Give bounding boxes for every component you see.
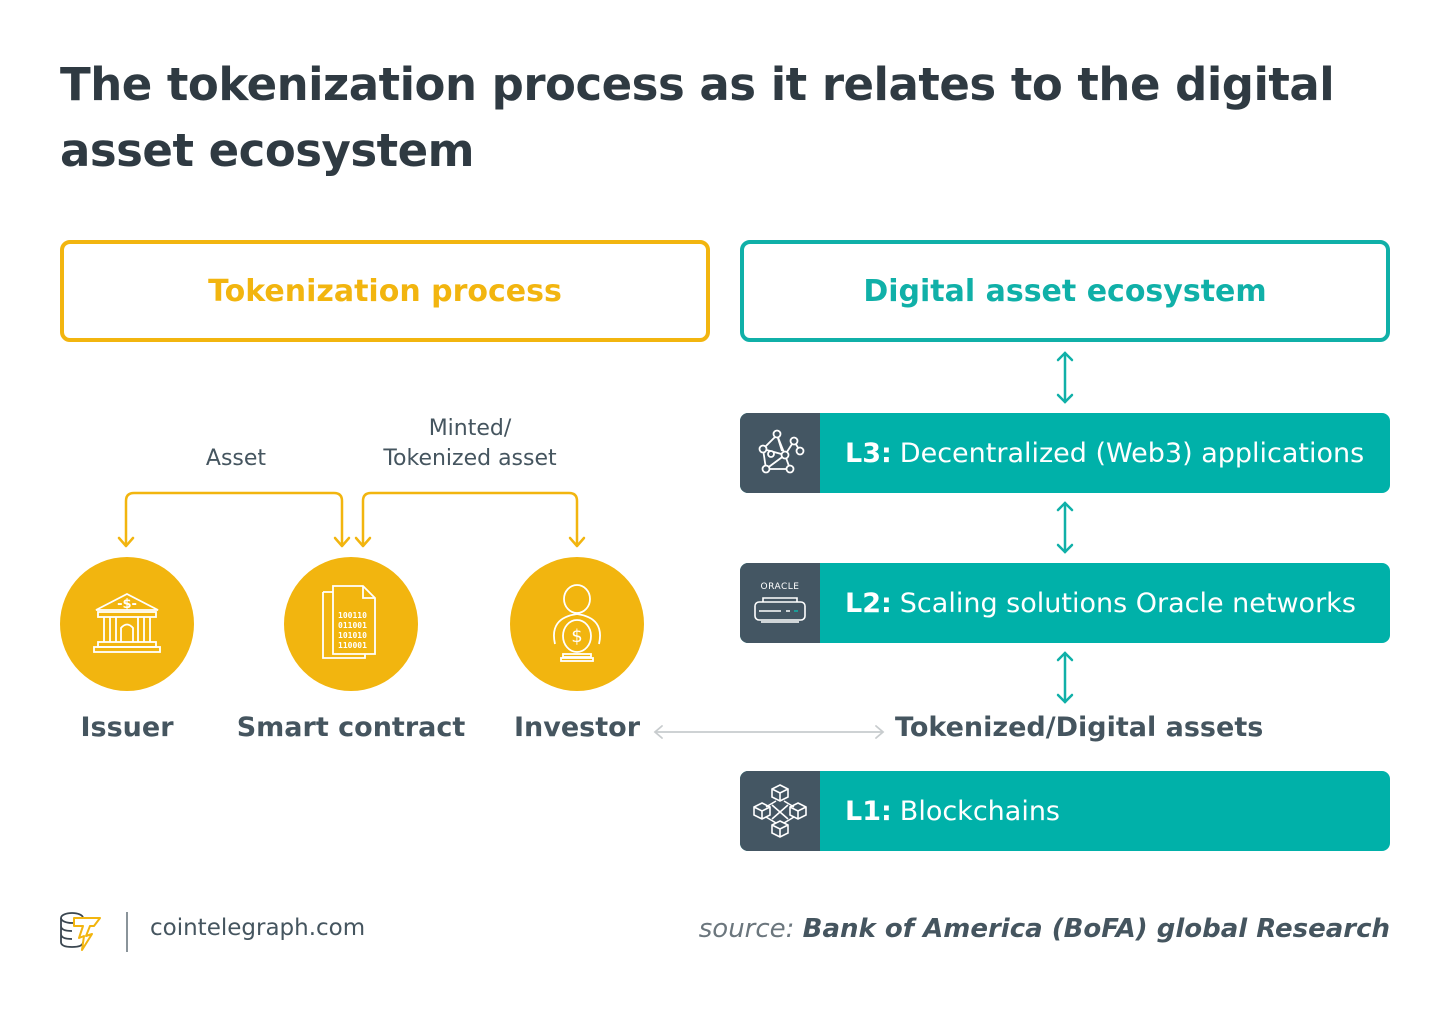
svg-text:$: $ bbox=[571, 626, 582, 647]
footer-source: source: Bank of America (BoFA) global Re… bbox=[699, 914, 1390, 944]
digital-asset-ecosystem-header-label: Digital asset ecosystem bbox=[863, 273, 1267, 309]
layer-l3-icon-box bbox=[740, 413, 820, 493]
oracle-server-icon bbox=[754, 597, 806, 623]
bank-icon: -$- bbox=[93, 592, 161, 653]
footer-separator bbox=[126, 912, 128, 952]
layer-l3-text: L3: Decentralized (Web3) applications bbox=[820, 413, 1390, 493]
header-l3-arrow bbox=[1056, 351, 1074, 404]
flow-label-minted: Minted/ Tokenized asset bbox=[360, 414, 580, 474]
footer-site-link[interactable]: cointelegraph.com bbox=[150, 915, 365, 941]
tokenization-process-header: Tokenization process bbox=[60, 240, 710, 342]
page-title: The tokenization process as it relates t… bbox=[60, 58, 1335, 177]
svg-text:011001: 011001 bbox=[338, 621, 367, 630]
layer-l1-label: Blockchains bbox=[899, 795, 1061, 827]
layer-l2-icon-box: ORACLE bbox=[740, 563, 820, 643]
layer-l2-code: L2: bbox=[845, 587, 892, 619]
layer-l3: L3: Decentralized (Web3) applications bbox=[740, 413, 1390, 493]
svg-text:101010: 101010 bbox=[338, 631, 367, 640]
layer-l1-code: L1: bbox=[845, 795, 892, 827]
layer-l2-text: L2: Scaling solutions Oracle networks bbox=[820, 563, 1390, 643]
digital-asset-ecosystem-header: Digital asset ecosystem bbox=[740, 240, 1390, 342]
issuer-node: -$- bbox=[60, 557, 194, 691]
source-label: source: bbox=[698, 914, 795, 944]
svg-text:110001: 110001 bbox=[338, 641, 367, 650]
l3-l2-arrow bbox=[1056, 501, 1074, 554]
minted-arrow bbox=[361, 491, 579, 547]
source-value: Bank of America (BoFA) global Research bbox=[802, 914, 1390, 944]
tokenization-process-header-label: Tokenization process bbox=[208, 273, 562, 309]
layer-l1: L1: Blockchains bbox=[740, 771, 1390, 851]
layer-l1-text: L1: Blockchains bbox=[820, 771, 1390, 851]
oracle-caption: ORACLE bbox=[760, 582, 800, 592]
svg-text:-$-: -$- bbox=[117, 597, 137, 612]
smart-contract-label: Smart contract bbox=[236, 712, 466, 743]
binary-document-icon: 100110 011001 101010 110001 bbox=[322, 585, 376, 659]
tokenized-digital-assets-label: Tokenized/Digital assets bbox=[895, 712, 1264, 743]
cointelegraph-logo-icon bbox=[60, 912, 101, 951]
smart-contract-node: 100110 011001 101010 110001 bbox=[284, 557, 418, 691]
flow-label-minted-line2: Tokenized asset bbox=[383, 446, 557, 471]
flow-label-asset: Asset bbox=[205, 446, 267, 471]
asset-arrow bbox=[124, 491, 344, 547]
investor-coin-icon: $ bbox=[553, 584, 601, 662]
investor-tokenized-arrow bbox=[653, 725, 885, 739]
l2-tokenized-arrow bbox=[1056, 651, 1074, 704]
layer-l1-icon-box bbox=[740, 771, 820, 851]
layer-l3-code: L3: bbox=[845, 437, 892, 469]
issuer-label: Issuer bbox=[80, 712, 174, 743]
blockchain-cubes-icon bbox=[753, 784, 807, 838]
layer-l3-label: Decentralized (Web3) applications bbox=[899, 437, 1365, 469]
svg-text:100110: 100110 bbox=[338, 611, 367, 620]
layer-l2: ORACLE L2: Scaling solutions Oracle netwo… bbox=[740, 563, 1390, 643]
flow-arrows bbox=[117, 491, 586, 548]
flow-label-minted-line1: Minted/ bbox=[428, 416, 512, 441]
layer-l2-label: Scaling solutions Oracle networks bbox=[899, 587, 1356, 619]
investor-label: Investor bbox=[513, 712, 641, 743]
investor-node: $ bbox=[510, 557, 644, 691]
network-nodes-icon bbox=[758, 429, 805, 474]
